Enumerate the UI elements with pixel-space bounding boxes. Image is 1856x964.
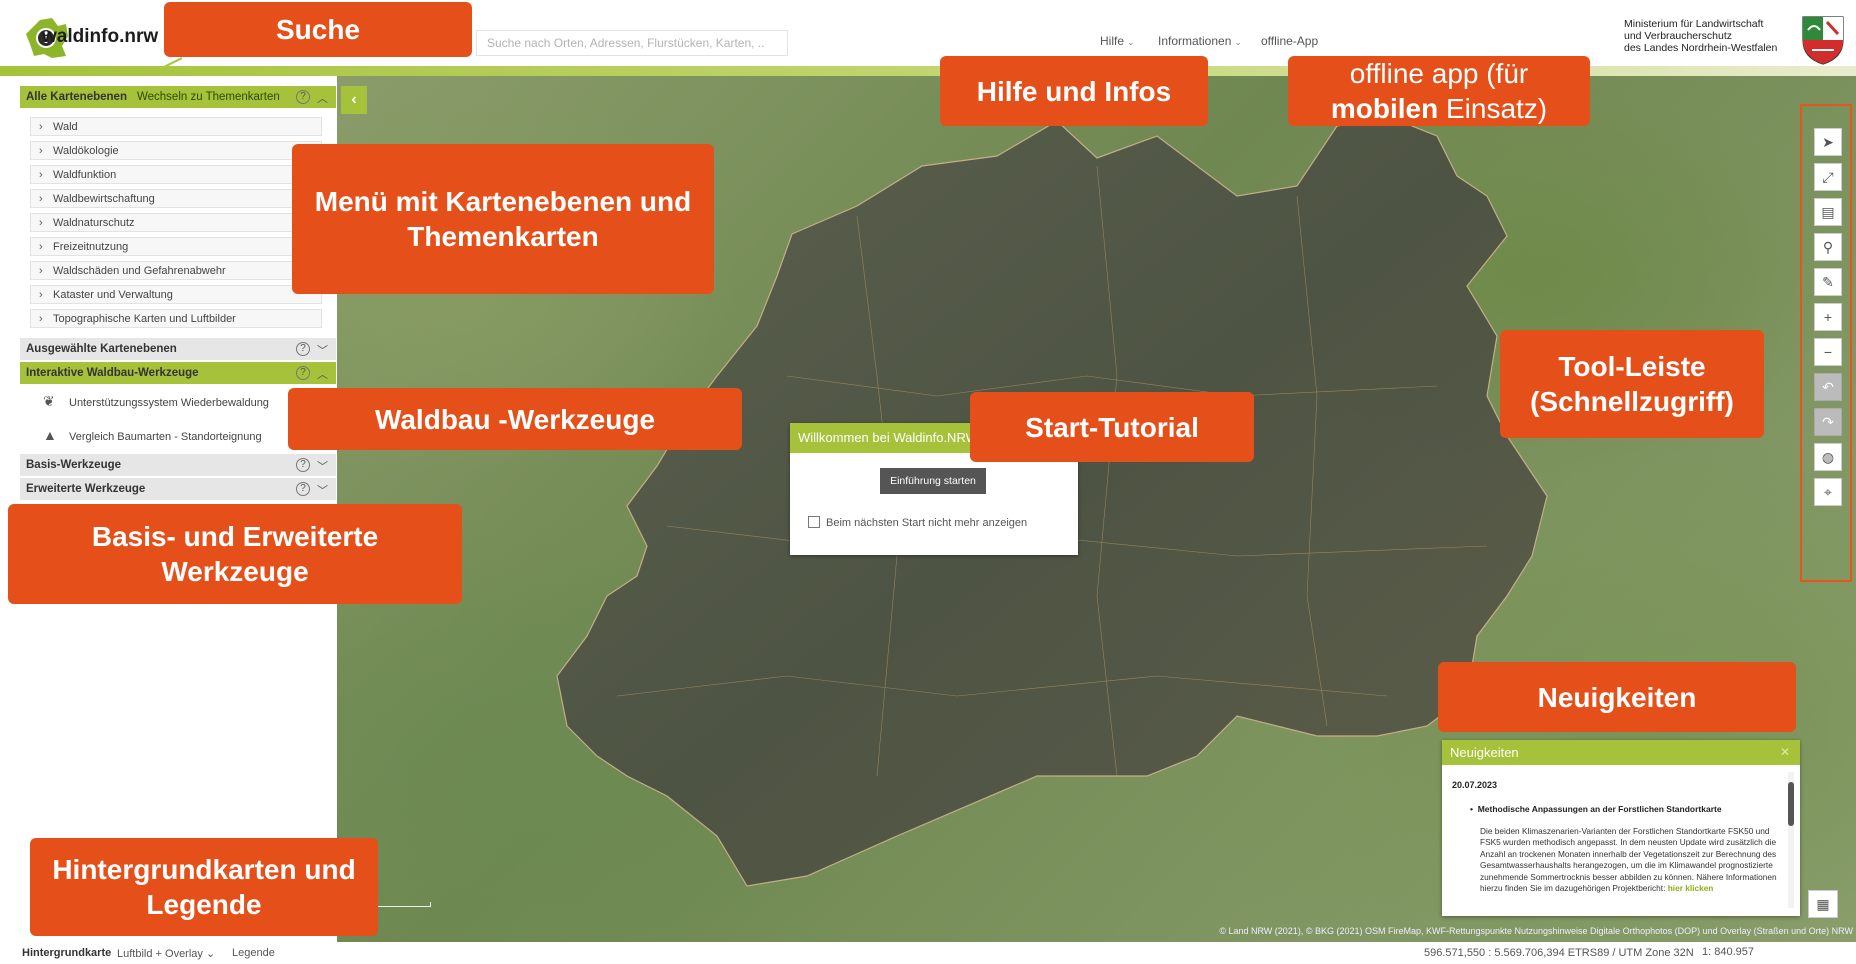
chevron-right-icon: › [39,217,43,229]
section-waldbau-tools[interactable]: Interaktive Waldbau-Werkzeuge ? ︿ [20,362,336,384]
news-body: Die beiden Klimaszenarien-Varianten der … [1480,826,1777,894]
news-header: Neuigkeiten ✕ [1442,740,1800,765]
globe-icon[interactable]: ◍ [1814,443,1842,471]
switch-to-theme-maps-link[interactable]: Wechseln zu Themenkarten [137,91,280,103]
help-icon[interactable]: ? [296,482,310,496]
zoom-in-icon[interactable]: + [1814,303,1842,331]
callout-offline-app: offline app (für mobilen Einsatz) [1288,56,1590,126]
close-icon[interactable]: ✕ [1780,745,1790,759]
chevron-up-icon[interactable]: ︿ [317,366,328,382]
print-icon[interactable]: ▤ [1814,198,1842,226]
locate-icon[interactable]: ⌖ [1814,478,1842,506]
zoom-out-icon[interactable]: − [1814,338,1842,366]
chevron-right-icon: › [39,193,43,205]
tool-wiederbewaldung[interactable]: ❦ Unterstützungssystem Wiederbewaldung [43,393,269,410]
nrw-crest-icon [1802,16,1844,65]
section-selected-layers[interactable]: Ausgewählte Kartenebenen ? ﹀ [20,338,336,360]
start-tutorial-button[interactable]: Einführung starten [880,468,986,494]
chevron-right-icon: › [39,169,43,181]
scale-readout[interactable]: 1: 840.957 [1702,946,1754,958]
map-toolbar: ➤ ⤢ ▤ ⚲ ✎ + − ↶ ↷ ◍ ⌖ [1800,104,1852,582]
layer-group-waldnaturschutz[interactable]: › Waldnaturschutz [30,213,322,232]
callout-news: Neuigkeiten [1438,662,1796,732]
news-link[interactable]: hier klicken [1668,883,1714,893]
chevron-right-icon: › [39,121,43,133]
help-icon[interactable]: ? [296,458,310,472]
callout-background-maps: Hintergrundkarten und Legende [30,838,378,936]
news-date: 20.07.2023 [1452,780,1498,790]
redo-icon[interactable]: ↷ [1814,408,1842,436]
chevron-down-icon[interactable]: ﹀ [317,458,328,474]
layer-group-kataster[interactable]: › Kataster und Verwaltung [30,285,322,304]
callout-basis-tools: Basis- und Erweiterte Werkzeuge [8,504,462,604]
layer-group-waldoekologie[interactable]: › Waldökologie [30,141,322,160]
callout-help-info: Hilfe und Infos [940,56,1208,126]
status-bar: Hintergrundkarte Luftbild + Overlay ⌄ Le… [0,942,1856,964]
news-panel: Neuigkeiten ✕ 20.07.2023 • Methodische An… [1442,740,1800,916]
measure-icon[interactable]: ✎ [1814,268,1842,296]
checkbox-icon[interactable] [808,516,820,528]
fullscreen-icon[interactable]: ⤢ [1814,163,1842,191]
tool-baumarten-vergleich[interactable]: ▲ Vergleich Baumarten - Standorteignung [43,427,262,443]
chevron-down-icon: ⌄ [1127,37,1135,47]
section-basis-tools[interactable]: Basis-Werkzeuge ? ﹀ [20,454,336,476]
layer-group-wald[interactable]: › Wald [30,117,322,136]
section-all-layers[interactable]: Alle Kartenebenen Wechseln zu Themenkarte… [20,86,336,108]
legend-icon[interactable]: ▦ [1808,890,1838,918]
layer-group-waldschaeden[interactable]: › Waldschäden und Gefahrenabwehr [30,261,322,280]
chevron-right-icon: › [39,313,43,325]
legend-link[interactable]: Legende [232,947,275,959]
coordinate-readout: 596.571,550 : 5.569.706,394 ETRS89 / UTM… [1424,947,1694,959]
chevron-right-icon: › [39,145,43,157]
ministry-name: Ministerium für Landwirtschaft und Verbr… [1624,18,1778,54]
map-attribution: © Land NRW (2021), © BKG (2021) OSM Fire… [1219,926,1853,936]
nav-information[interactable]: Informationen ⌄ [1158,34,1242,48]
layer-group-topographie[interactable]: › Topographische Karten und Luftbilder [30,309,322,328]
chevron-down-icon[interactable]: ﹀ [317,482,328,498]
callout-tutorial: Start-Tutorial [970,392,1254,462]
chevron-right-icon: › [39,289,43,301]
section-extended-tools[interactable]: Erweiterte Werkzeuge ? ﹀ [20,478,336,500]
chevron-up-icon[interactable]: ︿ [317,90,328,106]
callout-toolbar: Tool-Leiste (Schnellzugriff) [1500,330,1764,438]
news-scroll-thumb[interactable] [1788,782,1794,826]
chevron-down-icon: ⌄ [205,948,216,960]
help-icon[interactable]: ? [296,366,310,380]
undo-icon[interactable]: ↶ [1814,373,1842,401]
nav-offline-app[interactable]: offline-App [1261,34,1318,48]
seedling-icon: ❦ [43,393,55,409]
logo-wordmark: waldinfo.nrw [42,26,159,47]
callout-search: Suche [164,2,472,57]
callout-menu: Menü mit Kartenebenen und Themenkarten [292,144,714,294]
map-scale-bar [369,902,431,907]
chevron-down-icon[interactable]: ﹀ [317,342,328,358]
chevron-down-icon: ⌄ [1234,37,1242,47]
sidebar-collapse-button[interactable]: ‹ [341,86,367,114]
news-headline: • Methodische Anpassungen an der Forstli… [1470,804,1722,814]
chevron-right-icon: › [39,265,43,277]
tree-icon: ▲ [43,427,57,443]
help-icon[interactable]: ? [296,90,310,104]
layer-group-freizeitnutzung[interactable]: › Freizeitnutzung [30,237,322,256]
nav-help[interactable]: Hilfe ⌄ [1100,34,1135,48]
search-input[interactable] [476,30,788,56]
layer-group-waldfunktion[interactable]: › Waldfunktion [30,165,322,184]
dont-show-again-checkbox[interactable]: Beim nächsten Start nicht mehr anzeigen [808,516,1027,529]
background-map-label: Hintergrundkarte [22,947,112,959]
background-map-select[interactable]: Luftbild + Overlay ⌄ [117,947,215,960]
chevron-right-icon: › [39,241,43,253]
north-arrow-icon[interactable]: ➤ [1814,128,1842,156]
layer-group-waldbewirtschaftung[interactable]: › Waldbewirtschaftung [30,189,322,208]
marker-icon[interactable]: ⚲ [1814,233,1842,261]
help-icon[interactable]: ? [296,342,310,356]
callout-waldbau: Waldbau -Werkzeuge [288,388,742,450]
